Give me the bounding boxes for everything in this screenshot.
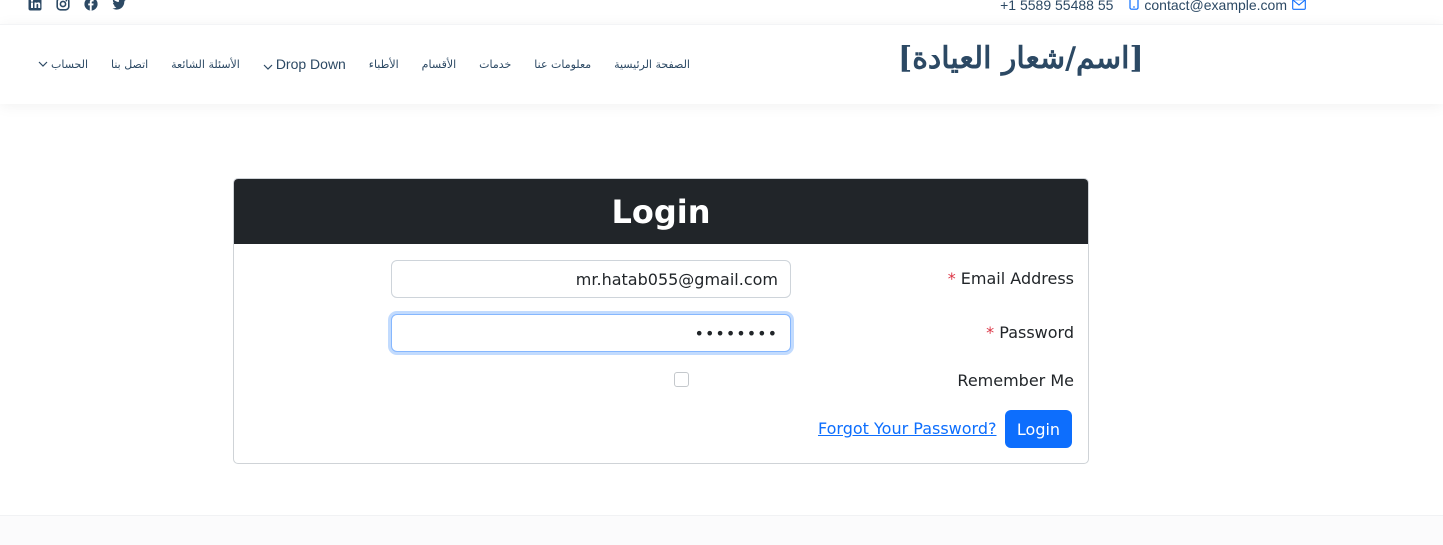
nav-item-doctors[interactable]: الأطباء	[369, 58, 399, 71]
forgot-password-link[interactable]: Forgot Your Password?	[818, 419, 997, 438]
envelope-icon	[1292, 0, 1306, 13]
required-mark: *	[947, 269, 956, 288]
nav-item-departments[interactable]: الأقسام	[422, 58, 457, 71]
chevron-down-icon	[263, 59, 273, 70]
nav-item-account[interactable]: الحساب	[38, 58, 88, 71]
social-links	[28, 0, 126, 11]
required-mark: *	[986, 323, 995, 342]
contact-info: +1 5589 55488 55 contact@example.com	[1000, 0, 1306, 13]
nav-label: معلومات عنا	[534, 57, 592, 71]
nav-label: خدمات	[479, 57, 512, 71]
nav-item-dropdown[interactable]: Drop Down	[263, 56, 346, 72]
nav-label: الصفحة الرئيسية	[614, 57, 690, 71]
login-title: Login	[234, 179, 1088, 244]
facebook-icon[interactable]	[84, 0, 98, 11]
nav-label: Drop Down	[275, 56, 346, 72]
site-header: [اسم/شعار العيادة] الصفحة الرئيسية معلوم…	[0, 24, 1443, 104]
nav-label: اتصل بنا	[110, 57, 149, 71]
linkedin-icon[interactable]	[28, 0, 42, 11]
site-logo[interactable]: [اسم/شعار العيادة]	[898, 41, 1144, 76]
phone-icon	[1129, 0, 1139, 13]
nav-label: الحساب	[51, 57, 89, 71]
nav-item-services[interactable]: خدمات	[479, 58, 511, 71]
phone-contact: +1 5589 55488 55	[1000, 0, 1113, 13]
nav-item-home[interactable]: الصفحة الرئيسية	[614, 58, 690, 71]
login-button[interactable]: Login	[1005, 410, 1072, 448]
nav-item-about[interactable]: معلومات عنا	[534, 58, 591, 71]
twitter-icon[interactable]	[112, 0, 126, 10]
footer-strip	[0, 515, 1443, 545]
email-field[interactable]	[391, 260, 791, 298]
remember-checkbox[interactable]	[674, 372, 689, 387]
nav-label: الأسئلة الشائعة	[171, 57, 240, 71]
nav-item-contact[interactable]: اتصل بنا	[111, 58, 148, 71]
nav-label: الأقسام	[421, 57, 457, 71]
password-label: * Password	[986, 323, 1074, 342]
remember-label: Remember Me	[957, 371, 1074, 390]
phone-text: +1 5589 55488 55	[1000, 0, 1114, 13]
password-field[interactable]	[391, 314, 791, 352]
nav-item-faq[interactable]: الأسئلة الشائعة	[171, 58, 240, 71]
top-bar: +1 5589 55488 55 contact@example.com	[0, 0, 1443, 22]
email-text[interactable]: contact@example.com	[1144, 0, 1287, 13]
password-label-text: Password	[999, 323, 1074, 342]
main-nav: الصفحة الرئيسية معلومات عنا خدمات الأقسا…	[38, 51, 690, 77]
instagram-icon[interactable]	[56, 0, 70, 11]
email-contact[interactable]: contact@example.com	[1129, 0, 1306, 13]
email-label: * Email Address	[948, 269, 1074, 288]
login-card: Login * Email Address * Password Remembe…	[233, 178, 1089, 464]
chevron-down-icon	[38, 59, 48, 69]
nav-label: الأطباء	[368, 57, 399, 71]
email-label-text: Email Address	[960, 269, 1074, 288]
